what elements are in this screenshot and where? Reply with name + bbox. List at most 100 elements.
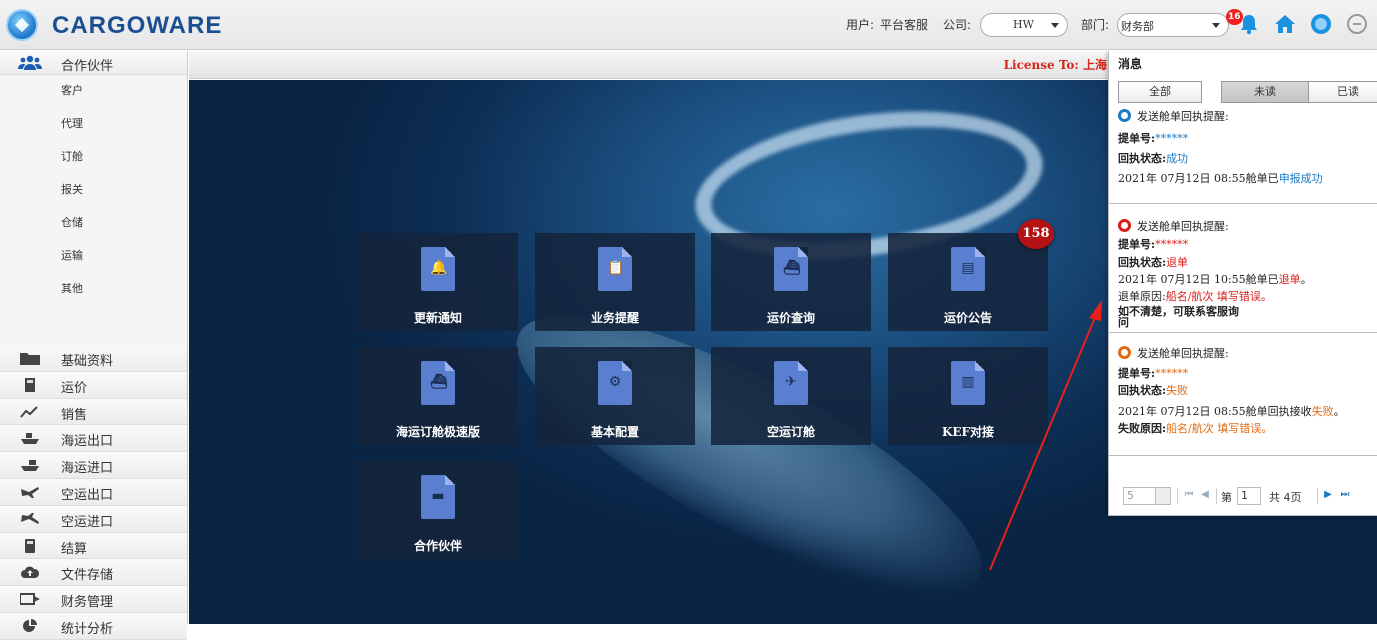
sidebar-section-air-export[interactable]: 空运出口 [0,478,187,506]
sidebar-item-customer[interactable]: 客户 [0,75,187,108]
sidebar-section-sea-export[interactable]: 海运出口 [0,425,187,453]
sidebar-section-label: 运价 [61,380,88,396]
current-page-input[interactable]: 1 [1237,487,1261,505]
tile-partners[interactable]: ▬ 合作伙伴 [358,461,518,559]
sidebar-section-air-import[interactable]: 空运进口 [0,505,187,533]
tile-kef-integration[interactable]: ▥ KEF对接 [888,347,1048,445]
tile-glyph: ⚙ [608,374,622,390]
sidebar-section-statistics[interactable]: 统计分析 [0,612,187,640]
sidebar-section-label: 空运进口 [61,514,114,530]
reason-label: 失败原因: [1118,422,1167,435]
tile-glyph: ▥ [961,374,975,390]
tile-rate-announcement[interactable]: ▤ 运价公告 [888,233,1048,331]
tile-glyph: ▤ [961,260,975,276]
divider [1109,203,1377,204]
user-label: 用户: [846,18,875,32]
next-page-icon[interactable]: ▶ [1323,489,1333,501]
message-detail: 2021年 07月12日 08:55舱单回执接收 [1118,405,1312,418]
messages-panel: 消息 全部 未读 已读 发送舱单回执提醒: 提单号:****** 回执状态:成功… [1108,51,1377,516]
message-header: 发送舱单回执提醒: [1137,347,1229,360]
chevron-down-icon [1051,23,1059,28]
sidebar-section-settlement[interactable]: 结算 [0,532,187,560]
license-bar: License To: 上海 [189,51,1109,79]
tile-glyph: ⛴ [783,260,801,276]
bill-label: 提单号: [1118,367,1156,380]
bill-value: ****** [1155,238,1189,251]
message-item[interactable]: 发送舱单回执提醒: 提单号:****** 回执状态:退单 2021年 07月12… [1118,218,1376,328]
message-detail-suffix: 。 [1300,273,1312,286]
tile-air-booking[interactable]: ✈ 空运订舱 [711,347,871,445]
tile-basic-config[interactable]: ⚙ 基本配置 [535,347,695,445]
sidebar-item-other[interactable]: 其他 [0,273,187,306]
tile-label: 运价查询 [766,311,815,325]
tile-rate-query[interactable]: ⛴ 运价查询 [711,233,871,331]
company-label: 公司: [943,18,972,32]
sidebar-section-freight-rate[interactable]: 运价 [0,371,187,399]
home-icon[interactable] [1273,12,1297,36]
dept-select[interactable]: 财务部 [1117,13,1229,37]
message-item[interactable]: 发送舱单回执提醒: 提单号:****** 回执状态:失败 2021年 07月12… [1118,345,1376,437]
divider [1109,455,1377,456]
contact-hint-continued: 问 [1118,316,1129,329]
ship-import-icon [21,460,39,472]
support-headset-icon[interactable] [1309,12,1333,36]
status-value: 退单 [1166,256,1189,269]
reason-value: 船名/航次 填写错误。 [1166,422,1273,435]
ship-export-icon [21,433,39,445]
sidebar-section-file-storage[interactable]: 文件存储 [0,559,187,587]
tile-glyph: 🔔 [430,260,448,276]
company-select[interactable]: HW [980,13,1068,37]
tile-update-notice[interactable]: 🔔 更新通知 [358,233,518,331]
sidebar-section-basic-data[interactable]: 基础资料 [0,345,187,372]
power-icon[interactable] [1345,12,1369,36]
message-item[interactable]: 发送舱单回执提醒: 提单号:****** 回执状态:成功 2021年 07月12… [1118,108,1376,187]
calculator-icon [25,538,35,553]
logo-icon [6,9,38,41]
page-size-select[interactable]: 5 [1123,487,1171,505]
users-icon [18,55,42,70]
last-page-icon[interactable]: ⏭ [1340,489,1350,501]
tab-read[interactable]: 已读 [1308,81,1377,103]
tile-label: 基本配置 [590,425,639,439]
tile-sea-booking-express[interactable]: ⛴ 海运订舱极速版 [358,347,518,445]
messages-title: 消息 [1118,57,1143,71]
plane-export-icon [21,486,39,498]
sidebar-section-label: 结算 [61,541,88,557]
sidebar-item-transport[interactable]: 运输 [0,240,187,273]
first-page-icon[interactable]: ⏮ [1184,489,1194,501]
sidebar-item-agent[interactable]: 代理 [0,108,187,141]
sidebar-section-label: 海运进口 [61,461,114,477]
contact-hint: 如不清楚，可联系客服询 [1118,305,1239,318]
sidebar-section-partners[interactable]: 合作伙伴 [0,51,187,75]
tile-glyph: 📋 [607,260,625,276]
sidebar-section-finance[interactable]: 财务管理 [0,586,187,613]
message-detail-highlight: 退单 [1278,273,1301,286]
bill-value: ****** [1155,132,1189,145]
user-name: 平台客服 [880,18,929,32]
sidebar-section-sales[interactable]: 销售 [0,398,187,426]
alarm-clock-icon [1118,219,1131,232]
reason-label: 退单原因: [1118,290,1166,303]
sidebar-item-booking[interactable]: 订舱 [0,141,187,174]
messages-tabs: 全部 未读 已读 [1118,81,1377,103]
sidebar-section-sea-import[interactable]: 海运进口 [0,452,187,479]
sidebar-section-label: 空运出口 [61,487,114,503]
divider [1216,488,1217,504]
sidebar-item-customs[interactable]: 报关 [0,174,187,207]
sidebar-section-label: 合作伙伴 [61,59,114,74]
message-header: 发送舱单回执提醒: [1137,110,1229,123]
status-label: 回执状态: [1118,152,1167,165]
tab-unread[interactable]: 未读 [1221,81,1309,103]
sales-icon [20,405,38,418]
plane-import-icon [21,512,39,524]
sidebar-section-label: 基础资料 [61,354,114,369]
prev-page-icon[interactable]: ◀ [1200,489,1210,501]
sidebar-section-label: 文件存储 [61,568,114,584]
tile-business-reminder[interactable]: 📋 业务提醒 [535,233,695,331]
sidebar-item-warehouse[interactable]: 仓储 [0,207,187,240]
alarm-clock-icon [1118,346,1131,359]
tab-all[interactable]: 全部 [1118,81,1202,103]
tile-glyph: ▬ [431,488,445,504]
tile-label: 空运订舱 [766,425,815,439]
message-detail: 2021年 07月12日 08:55舱单已 [1118,172,1279,185]
